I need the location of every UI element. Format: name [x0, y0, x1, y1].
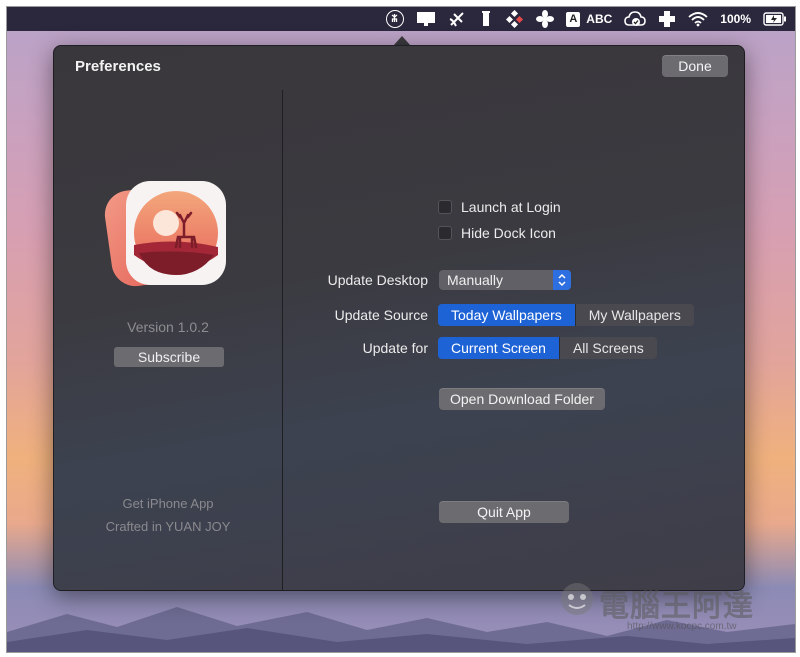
fan-icon[interactable]	[536, 10, 555, 28]
column-divider	[282, 90, 283, 590]
watermark-url: http://www.kocpc.com.tw	[627, 621, 737, 632]
app-logo-icon	[104, 181, 226, 287]
subscribe-button[interactable]: Subscribe	[114, 347, 224, 367]
watermark-text: 電腦王阿達	[599, 589, 754, 624]
launch-at-login-checkbox[interactable]	[438, 200, 452, 214]
menu-bar: A ABC 100%	[7, 7, 795, 31]
update-source-control: Today Wallpapers My Wallpapers	[438, 304, 694, 326]
tower-icon[interactable]	[478, 10, 494, 28]
tools-icon[interactable]	[506, 10, 524, 28]
battery-icon[interactable]	[763, 10, 787, 28]
desktop: A ABC 100% Preferences Done Version 1.0.…	[6, 6, 796, 653]
update-desktop-select[interactable]: Manually	[439, 270, 571, 290]
quit-app-button[interactable]: Quit App	[439, 501, 569, 523]
open-download-folder-button[interactable]: Open Download Folder	[439, 388, 605, 410]
wifi-icon[interactable]	[688, 10, 708, 28]
hide-dock-icon-label: Hide Dock Icon	[461, 225, 556, 241]
update-desktop-label: Update Desktop	[327, 272, 428, 288]
segment-today-wallpapers[interactable]: Today Wallpapers	[438, 304, 575, 326]
mascot-icon	[561, 583, 593, 615]
display-icon[interactable]	[416, 10, 436, 28]
update-for-control: Current Screen All Screens	[438, 337, 657, 359]
preferences-popover: Preferences Done Version 1.0.2 Subscribe…	[53, 45, 745, 591]
hide-dock-icon-row[interactable]: Hide Dock Icon	[438, 225, 556, 241]
update-for-label: Update for	[362, 340, 428, 356]
segment-current-screen[interactable]: Current Screen	[438, 337, 559, 359]
deer-wallpaper-icon[interactable]	[386, 10, 405, 28]
input-letter: A	[566, 11, 581, 27]
cloud-check-icon[interactable]	[624, 10, 647, 28]
watermark: 電腦王阿達 http://www.kocpc.com.tw	[557, 577, 787, 637]
update-source-label: Update Source	[334, 307, 428, 323]
input-source-icon[interactable]: A ABC	[566, 10, 612, 28]
version-label: Version 1.0.2	[127, 319, 209, 335]
battery-percent: 100%	[720, 12, 751, 26]
page-title: Preferences	[75, 58, 161, 75]
update-desktop-value: Manually	[447, 272, 504, 288]
get-iphone-app-link[interactable]: Get iPhone App	[54, 496, 282, 511]
input-source-label: ABC	[586, 12, 613, 26]
hide-dock-icon-checkbox[interactable]	[438, 226, 452, 240]
done-button[interactable]: Done	[662, 55, 728, 77]
satellite-icon[interactable]	[448, 10, 466, 28]
plus-icon[interactable]	[658, 10, 676, 28]
launch-at-login-label: Launch at Login	[461, 199, 561, 215]
launch-at-login-row[interactable]: Launch at Login	[438, 199, 561, 215]
segment-all-screens[interactable]: All Screens	[558, 337, 657, 359]
crafted-label: Crafted in YUAN JOY	[105, 519, 231, 534]
segment-my-wallpapers[interactable]: My Wallpapers	[574, 304, 694, 326]
chevron-up-down-icon	[553, 270, 571, 290]
